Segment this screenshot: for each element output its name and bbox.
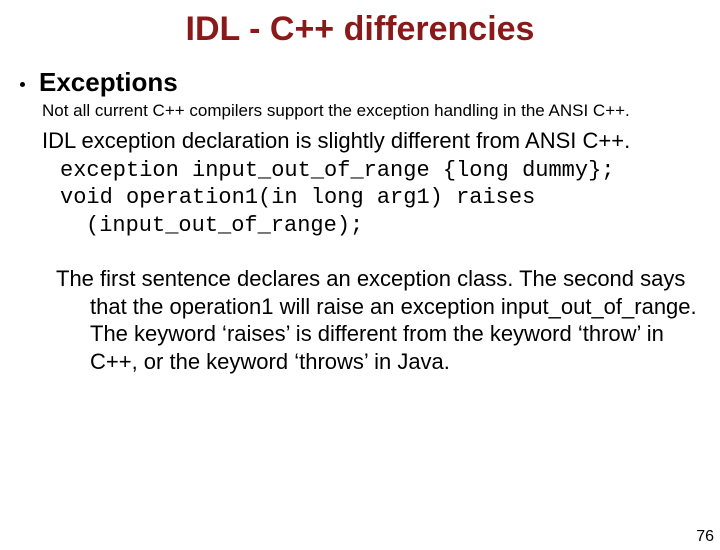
bullet-row: Exceptions xyxy=(20,67,720,98)
code-line-2: void operation1(in long arg1) raises (in… xyxy=(60,184,710,239)
page-number: 76 xyxy=(696,528,714,546)
explanation-paragraph: The first sentence declares an exception… xyxy=(30,265,708,375)
bullet-heading: Exceptions xyxy=(39,67,178,98)
sub-line: IDL exception declaration is slightly di… xyxy=(42,127,710,155)
sub-note: Not all current C++ compilers support th… xyxy=(42,100,700,121)
slide-title: IDL - C++ differencies xyxy=(0,10,720,49)
code-line-1: exception input_out_of_range {long dummy… xyxy=(60,157,710,185)
bullet-dot-icon xyxy=(20,82,25,87)
